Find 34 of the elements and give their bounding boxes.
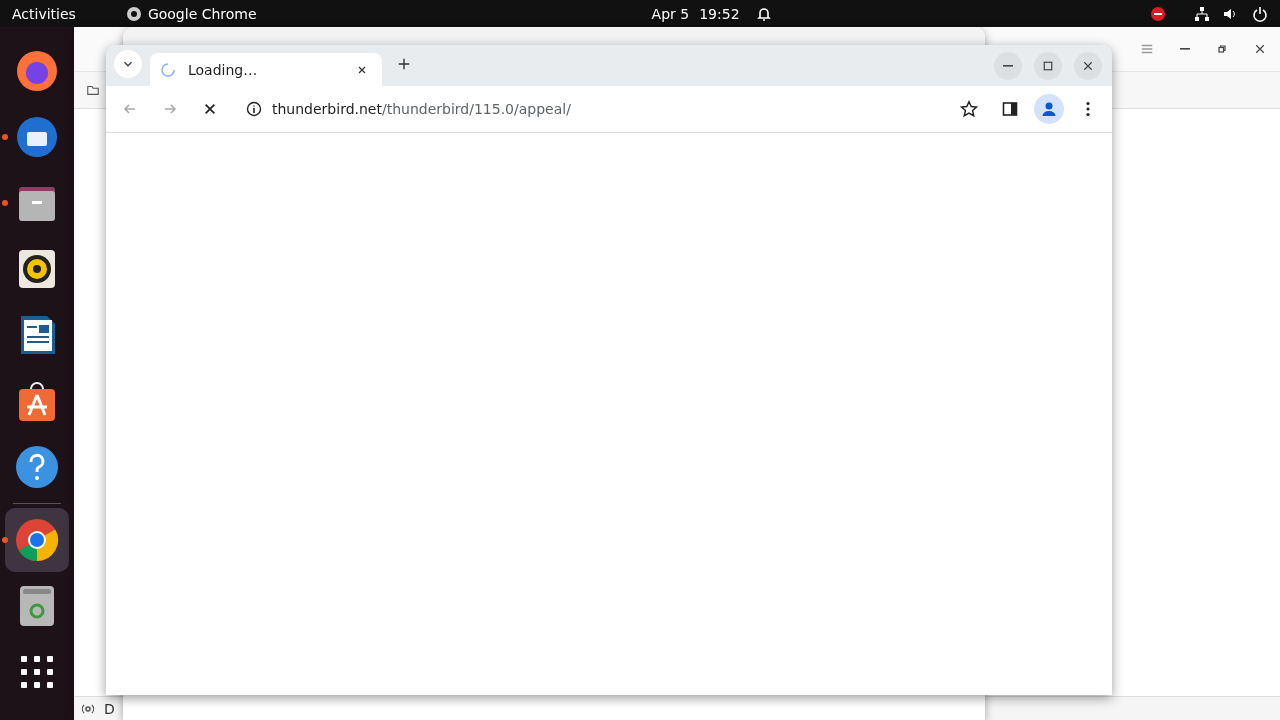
- browser-tab[interactable]: Loading…: [150, 53, 382, 86]
- minimize-button[interactable]: [994, 51, 1022, 80]
- restore-icon: [1216, 43, 1228, 55]
- close-icon: [1082, 59, 1094, 72]
- maximize-button[interactable]: [1034, 51, 1062, 80]
- maximize-icon: [1042, 59, 1054, 72]
- star-icon: [960, 100, 978, 118]
- date-text[interactable]: Apr 5: [651, 5, 690, 22]
- stop-icon: [203, 102, 217, 116]
- network-icon[interactable]: [1194, 5, 1210, 22]
- tab-title: Loading…: [188, 61, 259, 78]
- power-icon[interactable]: [1252, 5, 1268, 22]
- activities-button[interactable]: Activities: [12, 5, 76, 22]
- bird-envelope-icon[interactable]: [1, 115, 59, 159]
- status-text: D: [104, 700, 115, 717]
- minimize-icon: [1003, 64, 1013, 67]
- menu-icon: [1140, 42, 1154, 56]
- browser-logo-icon[interactable]: [1, 518, 59, 562]
- side-panel-icon: [1002, 101, 1018, 117]
- profile-button[interactable]: [1034, 94, 1064, 124]
- plus-icon: [397, 56, 411, 71]
- close-icon: [1254, 43, 1266, 55]
- app-icon: [125, 5, 142, 22]
- info-icon: [246, 101, 262, 117]
- app-menu[interactable]: Google Chrome: [147, 5, 257, 22]
- person-icon: [1041, 101, 1057, 117]
- minimize-icon: [1180, 48, 1190, 50]
- clock-text[interactable]: 19:52: [699, 5, 740, 22]
- folder-icon: [86, 83, 100, 97]
- bell-icon: [755, 5, 772, 22]
- more-vertical-icon: [1086, 101, 1090, 117]
- dock-item-highlight[interactable]: [5, 508, 69, 572]
- url-text: thunderbird.net/thunderbird/115.0/appeal/: [272, 101, 571, 117]
- do-not-disturb-icon[interactable]: [1150, 5, 1166, 22]
